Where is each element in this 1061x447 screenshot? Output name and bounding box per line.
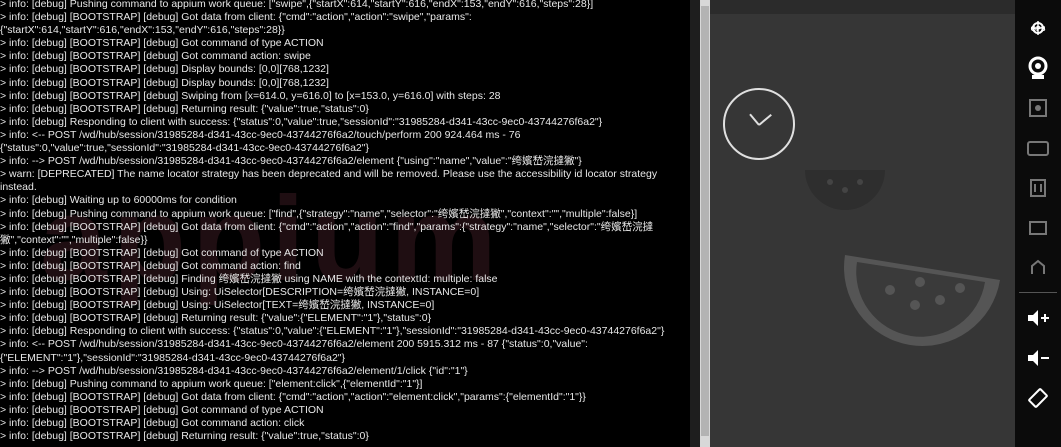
more-button[interactable] bbox=[1015, 88, 1061, 128]
emulator-toolbar: GPS bbox=[1015, 0, 1061, 447]
status-bar bbox=[710, 0, 1015, 14]
log-line: > info: [debug] [BOOTSTRAP] [debug] Disp… bbox=[0, 76, 329, 89]
log-line: > info: [debug] [BOOTSTRAP] [debug] Got … bbox=[0, 390, 586, 403]
log-line: > info: [debug] [BOOTSTRAP] [debug] Got … bbox=[0, 403, 324, 416]
log-line: > info: [debug] [BOOTSTRAP] [debug] Swip… bbox=[0, 89, 501, 102]
log-line: > info: [debug] [BOOTSTRAP] [debug] Got … bbox=[0, 259, 301, 272]
log-line: > info: [debug] Responding to client wit… bbox=[0, 115, 603, 128]
scrollbar-thumb[interactable] bbox=[701, 6, 709, 436]
log-line: > info: [debug] [BOOTSTRAP] [debug] Got … bbox=[0, 417, 305, 429]
log-line: {"startX":614,"startY":616,"endX":153,"e… bbox=[0, 24, 285, 37]
log-line: > info: [debug] Waiting up to 60000ms fo… bbox=[0, 194, 237, 207]
log-line: > info: [debug] Pushing command to appiu… bbox=[0, 207, 638, 220]
volume-up-icon bbox=[1028, 310, 1049, 326]
recent-apps-button[interactable] bbox=[1015, 248, 1061, 288]
home-button[interactable] bbox=[1015, 208, 1061, 248]
rotate-icon bbox=[1028, 388, 1048, 408]
log-line: {"ELEMENT":"1"},"sessionId":"31985284-d3… bbox=[0, 351, 346, 364]
log-line: > info: [debug] [BOOTSTRAP] [debug] Retu… bbox=[0, 312, 432, 325]
log-line: > info: [debug] [BOOTSTRAP] [debug] Find… bbox=[0, 272, 498, 285]
log-line: > warn: [DEPRECATED] The name locator st… bbox=[0, 168, 658, 181]
log-line: > info: [debug] [BOOTSTRAP] [debug] Got … bbox=[0, 50, 311, 63]
volume-down-icon bbox=[1028, 350, 1049, 366]
recent-apps-icon bbox=[1031, 259, 1045, 274]
log-line: instead. bbox=[0, 181, 37, 194]
log-line: > info: <-- POST /wd/hub/session/3198528… bbox=[0, 128, 521, 141]
log-line: > info: [debug] [BOOTSTRAP] [debug] Got … bbox=[0, 246, 324, 259]
camera-button[interactable] bbox=[1015, 48, 1061, 88]
log-line: > info: [debug] [BOOTSTRAP] [debug] Usin… bbox=[0, 299, 435, 312]
log-line: > info: [debug] [BOOTSTRAP] [debug] Got … bbox=[0, 37, 324, 50]
rotate-button[interactable] bbox=[1015, 378, 1061, 418]
log-line: {"status":0,"value":true,"sessionId":"31… bbox=[0, 142, 369, 155]
clock-widget[interactable] bbox=[723, 88, 795, 160]
watermelon-slice-icon bbox=[844, 255, 1000, 346]
back-button[interactable] bbox=[1015, 168, 1061, 208]
volume-down-button[interactable] bbox=[1015, 338, 1061, 378]
log-line: > info: [debug] [BOOTSTRAP] [debug] Disp… bbox=[0, 63, 329, 76]
log-line: 獙","context":"","multiple":false}} bbox=[0, 233, 148, 246]
log-line: > info: <-- POST /wd/hub/session/3198528… bbox=[0, 338, 588, 351]
appium-console[interactable]: appium > info: [debug] Pushing command t… bbox=[0, 0, 690, 447]
log-line: > info: [debug] Pushing command to appiu… bbox=[0, 377, 423, 390]
log-line: > info: [debug] [BOOTSTRAP] [debug] Retu… bbox=[0, 102, 369, 115]
toolbar-separator bbox=[1019, 292, 1057, 293]
back-icon bbox=[1030, 179, 1046, 197]
log-output: > info: [debug] Pushing command to appiu… bbox=[0, 0, 690, 443]
clock-hour-hand bbox=[758, 113, 772, 126]
log-line: > info: --> POST /wd/hub/session/3198528… bbox=[0, 364, 468, 377]
watermelon-slice-icon bbox=[805, 170, 885, 210]
log-line: > info: [debug] [BOOTSTRAP] [debug] Got … bbox=[0, 220, 654, 233]
gps-label: GPS bbox=[1030, 26, 1046, 33]
log-line: > info: [debug] Pushing command to appiu… bbox=[0, 0, 594, 10]
video-button[interactable] bbox=[1015, 128, 1061, 168]
more-icon bbox=[1029, 99, 1047, 117]
pane-divider bbox=[690, 0, 700, 447]
log-line: > info: [debug] [BOOTSTRAP] [debug] Usin… bbox=[0, 286, 480, 299]
volume-up-button[interactable] bbox=[1015, 298, 1061, 338]
log-line: > info: [debug] [BOOTSTRAP] [debug] Got … bbox=[0, 11, 472, 24]
emulator-screen[interactable] bbox=[710, 0, 1015, 447]
home-icon bbox=[1029, 221, 1047, 235]
console-scrollbar[interactable] bbox=[700, 0, 710, 447]
log-line: > info: --> POST /wd/hub/session/3198528… bbox=[0, 155, 582, 168]
log-line: > info: [debug] Responding to client wit… bbox=[0, 325, 665, 338]
camera-icon bbox=[1028, 56, 1048, 79]
video-icon bbox=[1027, 141, 1049, 156]
log-line: > info: [debug] [BOOTSTRAP] [debug] Retu… bbox=[0, 430, 369, 443]
clock-minute-hand bbox=[749, 113, 760, 126]
